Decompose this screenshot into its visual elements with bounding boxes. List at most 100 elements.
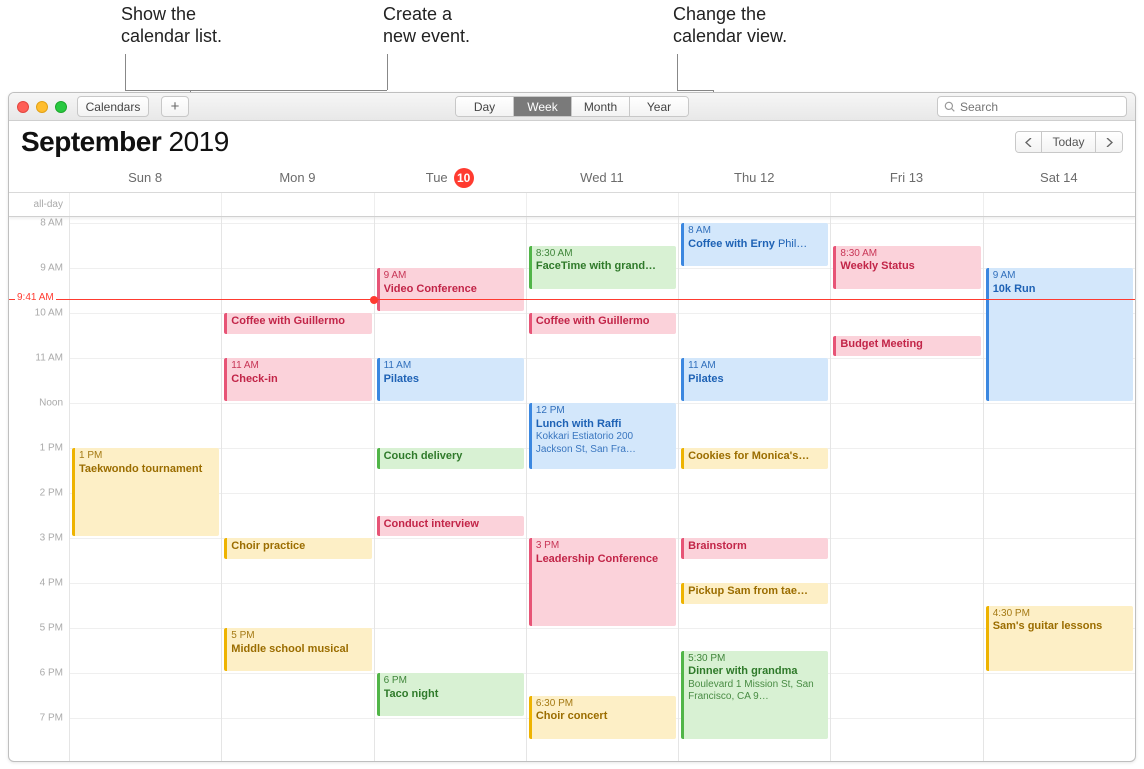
current-time-indicator: 9:41 AM	[9, 299, 1135, 300]
titlebar: Calendars + DayWeekMonthYear	[9, 93, 1135, 121]
event-title: Coffee with Erny Phil…	[688, 238, 824, 252]
calendar-event[interactable]: 8:30 AMWeekly Status	[833, 246, 980, 289]
calendar-event[interactable]: 6:30 PMChoir concert	[529, 696, 676, 739]
calendar-event[interactable]: 5:30 PMDinner with grandmaBoulevard 1 Mi…	[681, 651, 828, 739]
hour-label: 3 PM	[40, 533, 63, 544]
event-title: Brainstorm	[688, 540, 824, 554]
all-day-row: all-day	[9, 193, 1135, 217]
calendar-event[interactable]: Cookies for Monica's…	[681, 448, 828, 469]
calendar-event[interactable]: 6 PMTaco night	[377, 673, 524, 716]
day-column-header: Fri 13	[830, 163, 982, 192]
minimize-window-button[interactable]	[36, 101, 48, 113]
event-time: 11 AM	[231, 360, 367, 373]
prev-week-button[interactable]	[1016, 132, 1042, 152]
event-title: Coffee with Guillermo	[536, 315, 672, 329]
event-time: 6 PM	[384, 675, 520, 688]
chevron-left-icon	[1025, 138, 1032, 147]
calendar-event[interactable]: Pickup Sam from tae…	[681, 583, 828, 604]
event-title: Middle school musical	[231, 643, 367, 657]
event-title: FaceTime with grand…	[536, 260, 672, 274]
calendar-event[interactable]: Budget Meeting	[833, 336, 980, 357]
view-day[interactable]: Day	[456, 97, 514, 116]
hour-label: 4 PM	[40, 578, 63, 589]
calendar-event[interactable]: Couch delivery	[377, 448, 524, 469]
new-event-button[interactable]: +	[161, 96, 189, 117]
event-title: Check-in	[231, 373, 367, 387]
calendar-window: Calendars + DayWeekMonthYear September 2…	[8, 92, 1136, 762]
calendar-event[interactable]: Coffee with Guillermo	[529, 313, 676, 334]
calendar-event[interactable]: Brainstorm	[681, 538, 828, 559]
day-column-header: Mon 9	[221, 163, 373, 192]
hour-label: 8 AM	[40, 218, 63, 229]
event-time: 4:30 PM	[993, 608, 1129, 621]
event-time: 5:30 PM	[688, 653, 824, 666]
event-time: 8 AM	[688, 225, 824, 238]
hour-label: 11 AM	[35, 353, 63, 364]
calendar-event[interactable]: 9 AM10k Run	[986, 268, 1133, 401]
view-switcher: DayWeekMonthYear	[455, 96, 689, 117]
current-time-dot	[370, 296, 378, 304]
event-title: Budget Meeting	[840, 338, 976, 352]
event-time: 9 AM	[384, 270, 520, 283]
today-button[interactable]: Today	[1042, 132, 1096, 152]
hour-label: 9 AM	[40, 263, 63, 274]
day-column-header: Thu 12	[678, 163, 830, 192]
event-time: 1 PM	[79, 450, 215, 463]
help-annotations: Show the calendar list. Create a new eve…	[8, 0, 1136, 92]
hour-label: 7 PM	[40, 713, 63, 724]
calendar-event[interactable]: Choir practice	[224, 538, 371, 559]
event-time: 12 PM	[536, 405, 672, 418]
event-title: Choir practice	[231, 540, 367, 554]
calendar-event[interactable]: 8:30 AMFaceTime with grand…	[529, 246, 676, 289]
chevron-right-icon	[1106, 138, 1113, 147]
calendar-event[interactable]: 9 AMVideo Conference	[377, 268, 524, 311]
day-column-header: Sun 8	[69, 163, 221, 192]
event-title: Leadership Conference	[536, 553, 672, 567]
event-title: Lunch with Raffi	[536, 418, 672, 432]
event-time: 9 AM	[993, 270, 1129, 283]
calendar-event[interactable]: 11 AMPilates	[681, 358, 828, 401]
calendar-event[interactable]: 8 AMCoffee with Erny Phil…	[681, 223, 828, 266]
event-title: Taco night	[384, 688, 520, 702]
calendars-list-button[interactable]: Calendars	[77, 96, 149, 117]
view-week[interactable]: Week	[514, 97, 572, 116]
calendar-event[interactable]: 11 AMPilates	[377, 358, 524, 401]
calendar-event[interactable]: 5 PMMiddle school musical	[224, 628, 371, 671]
search-input[interactable]	[960, 100, 1120, 114]
calendar-event[interactable]: 4:30 PMSam's guitar lessons	[986, 606, 1133, 672]
hour-label: 6 PM	[40, 668, 63, 679]
event-title: Coffee with Guillermo	[231, 315, 367, 329]
calendar-event[interactable]: 1 PMTaekwondo tournament	[72, 448, 219, 536]
calendar-event[interactable]: 11 AMCheck-in	[224, 358, 371, 401]
view-month[interactable]: Month	[572, 97, 630, 116]
calendar-event[interactable]: Coffee with Guillermo	[224, 313, 371, 334]
event-title: Dinner with grandma	[688, 665, 824, 679]
event-title: Pilates	[688, 373, 824, 387]
event-title: Weekly Status	[840, 260, 976, 274]
calendar-event[interactable]: Conduct interview	[377, 516, 524, 537]
calendar-event[interactable]: 3 PMLeadership Conference	[529, 538, 676, 626]
event-title: Choir concert	[536, 710, 672, 724]
calendar-event[interactable]: 12 PMLunch with RaffiKokkari Estiatorio …	[529, 403, 676, 469]
view-year[interactable]: Year	[630, 97, 688, 116]
next-week-button[interactable]	[1096, 132, 1122, 152]
day-column-header: Tue10	[374, 163, 526, 192]
day-header-row: Sun 8Mon 9Tue10Wed 11Thu 12Fri 13Sat 14	[9, 163, 1135, 193]
hour-label: 10 AM	[35, 308, 63, 319]
current-time-label: 9:41 AM	[15, 292, 56, 303]
event-title: 10k Run	[993, 283, 1129, 297]
week-grid[interactable]: 8 AM 9 AM 10 AM 11 AM Noon 1 PM 2 PM 3 PM 4 PM 5 …	[9, 217, 1135, 761]
week-navigator: Today	[1015, 131, 1123, 153]
fullscreen-window-button[interactable]	[55, 101, 67, 113]
hour-label: 2 PM	[40, 488, 63, 499]
hour-label: 1 PM	[40, 443, 63, 454]
page-title: September 2019	[21, 126, 229, 158]
search-box[interactable]	[937, 96, 1127, 117]
event-location: Boulevard 1 Mission St, San Francisco, C…	[688, 679, 824, 704]
event-time: 8:30 AM	[840, 248, 976, 261]
event-location: Kokkari Estiatorio 200 Jackson St, San F…	[536, 431, 672, 456]
hour-label: Noon	[39, 398, 63, 409]
close-window-button[interactable]	[17, 101, 29, 113]
event-title: Couch delivery	[384, 450, 520, 464]
window-controls	[17, 101, 67, 113]
